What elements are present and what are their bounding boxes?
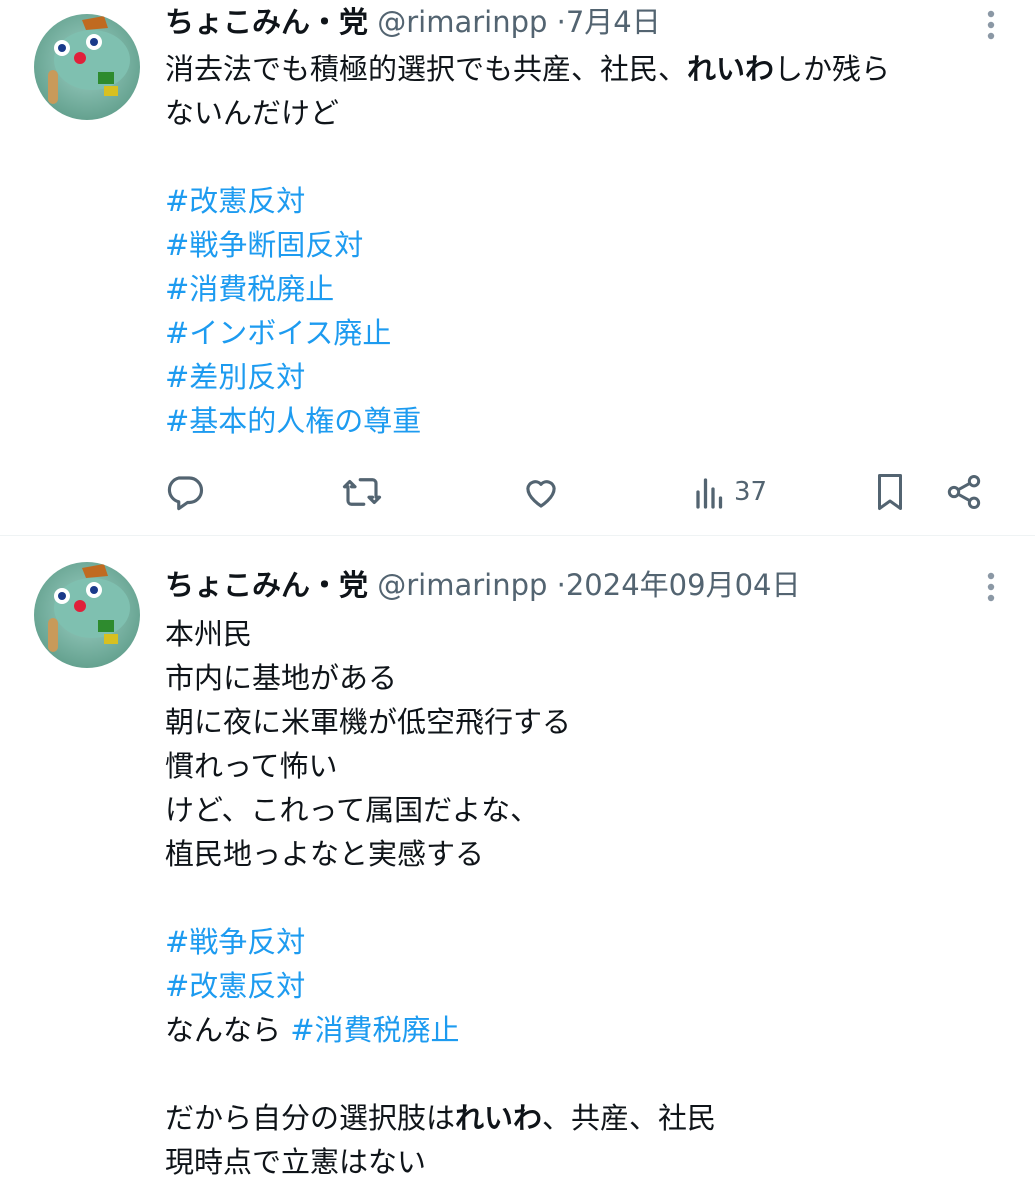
reply-button[interactable] <box>163 464 205 520</box>
text-segment: けど、これって属国だよな、 <box>165 793 540 827</box>
text-segment: 現時点で立憲はない <box>165 1145 427 1179</box>
tweet[interactable]: ちょこみん・党 @rimarinpp ·7月4日 消去法でも積極的選択でも共産、… <box>0 0 1035 535</box>
share-button[interactable] <box>944 464 984 520</box>
tweet-header: ちょこみん・党 @rimarinpp ·2024年09月04日 <box>165 565 800 605</box>
text-line: 植民地っよなと実感する <box>165 832 1015 876</box>
hashtag-link[interactable]: #消費税廃止 <box>290 1013 459 1047</box>
text-line: 市内に基地がある <box>165 656 1015 700</box>
text-line: #インボイス廃止 <box>165 311 1015 355</box>
text-segment: 、共産、社民 <box>542 1101 717 1135</box>
text-segment: 消去法でも積極的選択でも共産、社民、 <box>165 52 688 86</box>
views-icon <box>696 478 723 509</box>
hashtag-link[interactable]: #戦争反対 <box>165 925 305 959</box>
hashtag-link[interactable]: #基本的人権の尊重 <box>165 404 421 438</box>
timestamp[interactable]: 2024年09月04日 <box>566 568 801 602</box>
text-line: ないんだけど <box>165 91 1015 135</box>
tweet-header: ちょこみん・党 @rimarinpp ·7月4日 <box>165 2 661 42</box>
text-line: 消去法でも積極的選択でも共産、社民、れいわしか残ら <box>165 47 1015 91</box>
text-segment: しか残ら <box>774 52 891 86</box>
retweet-button[interactable] <box>340 464 384 520</box>
text-segment: 本州民 <box>165 617 253 651</box>
tweet-text: 消去法でも積極的選択でも共産、社民、れいわしか残らないんだけど #改憲反対 #戦争断… <box>165 47 1015 443</box>
text-line: だから自分の選択肢はれいわ、共産、社民 <box>165 1096 1015 1140</box>
avatar[interactable] <box>34 562 140 668</box>
text-segment: 市内に基地がある <box>165 661 398 695</box>
text-line: なんなら #消費税廃止 <box>165 1008 1015 1052</box>
text-line: 慣れって怖い <box>165 744 1015 788</box>
text-line: #基本的人権の尊重 <box>165 399 1015 443</box>
text-segment: ないんだけど <box>165 96 340 130</box>
tweet-text: 本州民市内に基地がある朝に夜に米軍機が低空飛行する 慣れって怖いけど、これって属国… <box>165 612 1015 1184</box>
bookmark-button[interactable] <box>872 464 908 520</box>
display-name[interactable]: ちょこみん・党 <box>165 568 368 602</box>
share-icon <box>947 475 981 509</box>
hashtag-link[interactable]: #インボイス廃止 <box>165 316 391 350</box>
action-bar: 37 <box>0 464 1035 520</box>
text-line: 本州民 <box>165 612 1015 656</box>
text-segment: れいわ <box>687 52 775 86</box>
text-segment: 植民地っよなと実感する <box>165 837 485 871</box>
text-line: 現時点で立憲はない <box>165 1140 1015 1184</box>
text-line: けど、これって属国だよな、 <box>165 788 1015 832</box>
hashtag-link[interactable]: #差別反対 <box>165 360 305 394</box>
text-line: #差別反対 <box>165 355 1015 399</box>
views-button[interactable]: 37 <box>692 464 767 520</box>
text-segment: れいわ <box>455 1101 543 1135</box>
hashtag-link[interactable]: #改憲反対 <box>165 969 305 1003</box>
tweet[interactable]: ちょこみん・党 @rimarinpp ·2024年09月04日 本州民市内に基地… <box>0 546 1035 1200</box>
timestamp[interactable]: 7月4日 <box>566 5 661 39</box>
separator: · <box>556 568 566 602</box>
text-line: #改憲反対 <box>165 964 1015 1008</box>
text-segment: なんなら <box>165 1013 291 1047</box>
display-name[interactable]: ちょこみん・党 <box>165 5 368 39</box>
text-line: #改憲反対 <box>165 179 1015 223</box>
views-count: 37 <box>734 477 768 507</box>
hashtag-link[interactable]: #消費税廃止 <box>165 272 334 306</box>
text-line: 朝に夜に米軍機が低空飛行する <box>165 700 1015 744</box>
bookmark-icon <box>878 474 902 510</box>
heart-icon <box>526 480 556 508</box>
text-line: #戦争反対 <box>165 920 1015 964</box>
text-segment: だから自分の選択肢は <box>165 1101 456 1135</box>
text-segment: 朝に夜に米軍機が低空飛行する <box>165 705 572 739</box>
hashtag-link[interactable]: #改憲反対 <box>165 184 305 218</box>
avatar[interactable] <box>34 14 140 120</box>
separator: · <box>556 5 566 39</box>
handle[interactable]: @rimarinpp <box>377 568 547 602</box>
text-line: #戦争断固反対 <box>165 223 1015 267</box>
like-button[interactable] <box>520 464 562 520</box>
hashtag-link[interactable]: #戦争断固反対 <box>165 228 363 262</box>
retweet-icon <box>342 478 382 506</box>
reply-icon <box>167 476 204 511</box>
more-options-icon[interactable] <box>983 567 999 607</box>
text-segment: 慣れって怖い <box>165 749 338 783</box>
text-line: #消費税廃止 <box>165 267 1015 311</box>
more-options-icon[interactable] <box>983 5 999 45</box>
handle[interactable]: @rimarinpp <box>377 5 547 39</box>
